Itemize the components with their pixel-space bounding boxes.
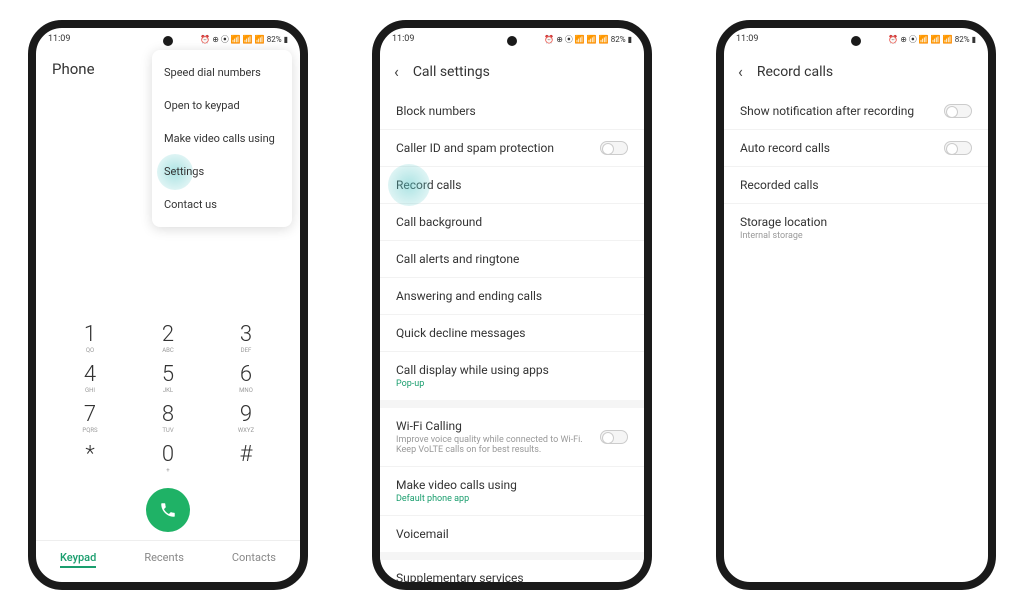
phone-record-calls-screen: 11:09 ⏰ ⊕ ⦿ 📶 📶 📶 82% ▮ ‹ Record calls S… [716, 20, 996, 590]
item-caller-id[interactable]: Caller ID and spam protection [380, 130, 644, 167]
front-camera-notch [163, 36, 173, 46]
key-2[interactable]: 2ABC [144, 322, 192, 354]
front-camera-notch [507, 36, 517, 46]
status-icons: ⏰ ⊕ ⦿ 📶 📶 📶 82% ▮ [888, 34, 976, 45]
front-camera-notch [851, 36, 861, 46]
key-5[interactable]: 5JKL [144, 362, 192, 394]
key-8[interactable]: 8TUV [144, 402, 192, 434]
item-answering[interactable]: Answering and ending calls [380, 278, 644, 315]
back-arrow-icon[interactable]: ‹ [738, 62, 743, 81]
item-record-calls[interactable]: Record calls [380, 167, 644, 204]
toggle-auto-record[interactable] [944, 141, 972, 155]
tab-keypad[interactable]: Keypad [60, 551, 96, 568]
key-star[interactable]: * [66, 442, 114, 474]
section-divider [380, 400, 644, 408]
menu-video-calls[interactable]: Make video calls using [152, 122, 292, 155]
phone-call-settings-screen: 11:09 ⏰ ⊕ ⦿ 📶 📶 📶 82% ▮ ‹ Call settings … [372, 20, 652, 590]
tab-contacts[interactable]: Contacts [232, 551, 276, 568]
status-time: 11:09 [736, 34, 758, 44]
item-auto-record[interactable]: Auto record calls [724, 130, 988, 167]
call-button[interactable] [146, 488, 190, 532]
record-settings-list: Show notification after recording Auto r… [724, 93, 988, 582]
page-title: Call settings [413, 64, 490, 80]
dialer-keypad: 1QO 2ABC 3DEF 4GHI 5JKL 6MNO 7PQRS 8TUV … [36, 312, 300, 480]
key-4[interactable]: 4GHI [66, 362, 114, 394]
menu-speed-dial[interactable]: Speed dial numbers [152, 56, 292, 89]
item-call-display[interactable]: Call display while using apps Pop-up [380, 352, 644, 400]
key-6[interactable]: 6MNO [222, 362, 270, 394]
item-show-notification[interactable]: Show notification after recording [724, 93, 988, 130]
item-quick-decline[interactable]: Quick decline messages [380, 315, 644, 352]
key-0[interactable]: 0+ [144, 442, 192, 474]
header: ‹ Call settings [380, 50, 644, 93]
key-7[interactable]: 7PQRS [66, 402, 114, 434]
tab-recents[interactable]: Recents [144, 551, 184, 568]
key-9[interactable]: 9WXYZ [222, 402, 270, 434]
item-supplementary[interactable]: Supplementary services [380, 560, 644, 582]
key-3[interactable]: 3DEF [222, 322, 270, 354]
status-time: 11:09 [48, 34, 70, 44]
item-video-calls[interactable]: Make video calls using Default phone app [380, 467, 644, 516]
settings-list: Block numbers Caller ID and spam protect… [380, 93, 644, 582]
page-title: Record calls [757, 64, 833, 80]
toggle-caller-id[interactable] [600, 141, 628, 155]
section-divider [380, 552, 644, 560]
item-recorded-calls[interactable]: Recorded calls [724, 167, 988, 204]
status-icons: ⏰ ⊕ ⦿ 📶 📶 📶 82% ▮ [200, 34, 288, 45]
menu-settings-label: Settings [164, 165, 204, 178]
menu-contact-us[interactable]: Contact us [152, 188, 292, 221]
menu-settings[interactable]: Settings [152, 155, 292, 188]
item-storage-location[interactable]: Storage location Internal storage [724, 204, 988, 252]
header: ‹ Record calls [724, 50, 988, 93]
item-call-alerts[interactable]: Call alerts and ringtone [380, 241, 644, 278]
key-hash[interactable]: # [222, 442, 270, 474]
item-call-background[interactable]: Call background [380, 204, 644, 241]
item-wifi-calling[interactable]: Wi-Fi Calling Improve voice quality whil… [380, 408, 644, 467]
toggle-notification[interactable] [944, 104, 972, 118]
key-1[interactable]: 1QO [66, 322, 114, 354]
phone-icon [159, 501, 177, 519]
back-arrow-icon[interactable]: ‹ [394, 62, 399, 81]
menu-open-keypad[interactable]: Open to keypad [152, 89, 292, 122]
status-icons: ⏰ ⊕ ⦿ 📶 📶 📶 82% ▮ [544, 34, 632, 45]
item-block-numbers[interactable]: Block numbers [380, 93, 644, 130]
options-dropdown: Speed dial numbers Open to keypad Make v… [152, 50, 292, 227]
status-time: 11:09 [392, 34, 414, 44]
toggle-wifi-calling[interactable] [600, 430, 628, 444]
item-voicemail[interactable]: Voicemail [380, 516, 644, 552]
phone-dialer-screen: 11:09 ⏰ ⊕ ⦿ 📶 📶 📶 82% ▮ Phone Speed dial… [28, 20, 308, 590]
bottom-tabs: Keypad Recents Contacts [36, 540, 300, 582]
